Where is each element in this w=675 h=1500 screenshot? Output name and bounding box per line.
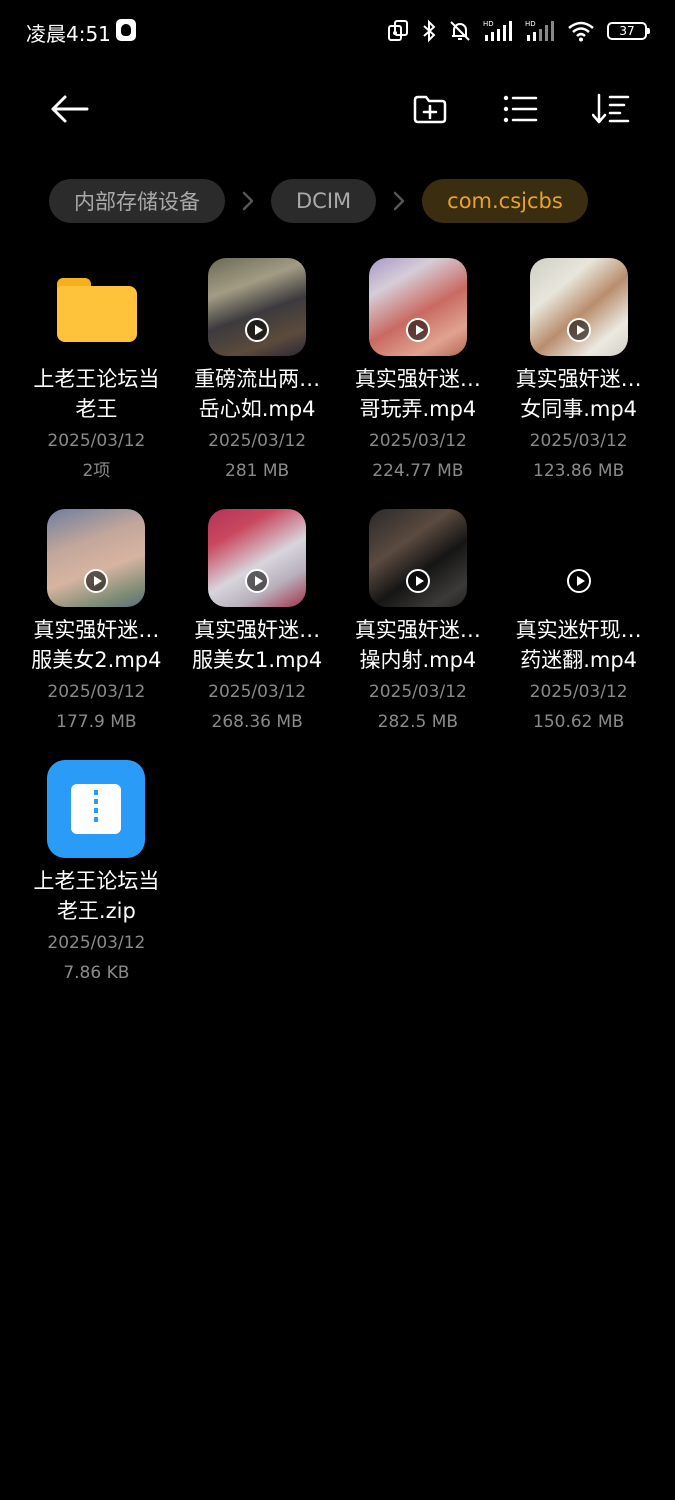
- video-thumbnail: [208, 509, 307, 607]
- file-name: 重磅流出两… 岳心如.mp4: [194, 367, 321, 421]
- file-item-video[interactable]: 真实迷奸现… 药迷翻.mp4 2025/03/12 150.62 MB: [498, 505, 659, 756]
- play-icon: [405, 318, 430, 342]
- file-name: 真实强奸迷… 哥玩弄.mp4: [354, 367, 481, 421]
- chevron-right-icon: [225, 191, 271, 211]
- battery-icon: 37: [607, 22, 650, 40]
- sort-button[interactable]: [580, 78, 642, 140]
- status-time: 凌晨4:51: [26, 22, 111, 46]
- toolbar: [0, 78, 675, 140]
- breadcrumb-internal-storage[interactable]: 内部存储设备: [49, 179, 225, 223]
- video-thumbnail: [368, 509, 467, 607]
- folder-icon: [47, 258, 145, 356]
- breadcrumb-dcim[interactable]: DCIM: [271, 179, 377, 223]
- file-size: 281 MB: [225, 461, 290, 481]
- list-view-button[interactable]: [489, 78, 551, 140]
- file-date: 2025/03/12: [529, 431, 628, 451]
- video-thumbnail: [47, 509, 146, 607]
- file-item-video[interactable]: 真实强奸迷… 女同事.mp4 2025/03/12 123.86 MB: [498, 254, 659, 505]
- chevron-right-icon: [376, 191, 422, 211]
- play-icon: [245, 318, 270, 342]
- hd-signal-icon: HD: [483, 20, 512, 41]
- play-icon: [405, 569, 430, 593]
- svg-text:HD: HD: [483, 20, 494, 28]
- file-date: 2025/03/12: [47, 933, 146, 953]
- svg-text:HD: HD: [525, 20, 536, 28]
- file-name: 真实强奸迷… 服美女2.mp4: [31, 618, 162, 672]
- back-button[interactable]: [39, 78, 101, 140]
- file-name: 真实强奸迷… 操内射.mp4: [354, 618, 481, 672]
- video-thumbnail: [529, 258, 628, 356]
- file-item-video[interactable]: 真实强奸迷… 服美女2.mp4 2025/03/12 177.9 MB: [16, 505, 177, 756]
- file-date: 2025/03/12: [368, 431, 467, 451]
- file-date: 2025/03/12: [208, 431, 307, 451]
- mute-bell-icon: [450, 21, 470, 41]
- file-date: 2025/03/12: [368, 682, 467, 702]
- zip-archive-icon: [47, 760, 146, 858]
- file-grid: 上老王论坛当 老王 2025/03/12 2项 重磅流出两… 岳心如.mp4 2…: [16, 254, 659, 1007]
- wifi-icon: [568, 21, 594, 42]
- video-thumbnail: [368, 258, 467, 356]
- file-item-zip[interactable]: 上老王论坛当 老王.zip 2025/03/12 7.86 KB: [16, 756, 177, 1007]
- breadcrumb-current-folder[interactable]: com.csjcbs: [422, 179, 588, 223]
- file-name: 真实迷奸现… 药迷翻.mp4: [515, 618, 642, 672]
- video-thumbnail: [529, 509, 628, 607]
- new-folder-button[interactable]: [399, 78, 461, 140]
- qq-icon: [116, 19, 136, 41]
- file-name: 上老王论坛当 老王: [33, 367, 160, 421]
- play-icon: [566, 569, 591, 593]
- file-size: 150.62 MB: [533, 712, 625, 732]
- video-thumbnail: [208, 258, 307, 356]
- back-arrow-icon: [51, 95, 89, 123]
- file-item-video[interactable]: 真实强奸迷… 哥玩弄.mp4 2025/03/12 224.77 MB: [338, 254, 499, 505]
- status-icons: HD HD 37: [387, 16, 650, 46]
- file-name: 上老王论坛当 老王.zip: [33, 869, 160, 923]
- breadcrumb: 内部存储设备 DCIM com.csjcbs: [49, 179, 588, 223]
- file-size: 268.36 MB: [211, 712, 303, 732]
- list-view-icon: [503, 95, 538, 123]
- hd-signal-2-icon: HD: [525, 20, 554, 41]
- file-name: 真实强奸迷… 女同事.mp4: [515, 367, 642, 421]
- play-icon: [84, 569, 109, 593]
- status-bar: 凌晨4:51 HD HD 37: [0, 0, 675, 62]
- file-meta: 2项: [82, 461, 111, 481]
- file-date: 2025/03/12: [529, 682, 628, 702]
- sort-icon: [592, 93, 630, 124]
- file-size: 282.5 MB: [377, 712, 459, 732]
- file-item-folder[interactable]: 上老王论坛当 老王 2025/03/12 2项: [16, 254, 177, 505]
- file-item-video[interactable]: 真实强奸迷… 操内射.mp4 2025/03/12 282.5 MB: [338, 505, 499, 756]
- file-date: 2025/03/12: [47, 682, 146, 702]
- new-folder-icon: [413, 95, 447, 124]
- file-size: 123.86 MB: [533, 461, 625, 481]
- file-size: 7.86 KB: [63, 963, 130, 983]
- file-item-video[interactable]: 重磅流出两… 岳心如.mp4 2025/03/12 281 MB: [177, 254, 338, 505]
- file-item-video[interactable]: 真实强奸迷… 服美女1.mp4 2025/03/12 268.36 MB: [177, 505, 338, 756]
- screen-record-icon: [388, 20, 408, 41]
- file-size: 224.77 MB: [372, 461, 464, 481]
- file-date: 2025/03/12: [47, 431, 146, 451]
- file-name: 真实强奸迷… 服美女1.mp4: [192, 618, 323, 672]
- play-icon: [566, 318, 591, 342]
- play-icon: [245, 569, 270, 593]
- bluetooth-icon: [423, 19, 436, 43]
- file-date: 2025/03/12: [208, 682, 307, 702]
- file-size: 177.9 MB: [56, 712, 137, 732]
